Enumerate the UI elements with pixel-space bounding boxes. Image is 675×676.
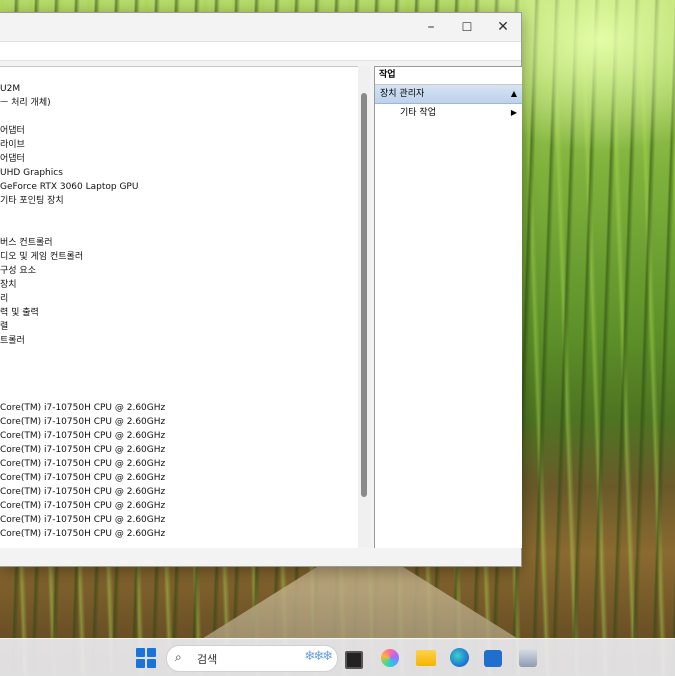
- tree-item[interactable]: UHD Graphics: [0, 167, 63, 179]
- device-tree[interactable]: U2M ᅳ 처리 개체) 어댑터 라이브 어댑터 UHD Graphics GeForce…: [0, 66, 358, 548]
- close-button[interactable]: ✕: [485, 13, 521, 41]
- tree-item[interactable]: Core(TM) i7-10750H CPU @ 2.60GHz: [0, 402, 165, 414]
- minimize-button[interactable]: –: [413, 13, 449, 41]
- tree-item[interactable]: Core(TM) i7-10750H CPU @ 2.60GHz: [0, 444, 165, 456]
- tree-item[interactable]: U2M: [0, 83, 20, 95]
- file-explorer-icon[interactable]: [416, 650, 436, 666]
- maximize-button[interactable]: ☐: [449, 13, 485, 41]
- tree-item[interactable]: Core(TM) i7-10750H CPU @ 2.60GHz: [0, 458, 165, 470]
- tree-item[interactable]: 트롤러: [0, 335, 25, 347]
- tree-scrollbar[interactable]: [358, 66, 370, 547]
- actions-header: 작업: [375, 67, 522, 85]
- tree-item[interactable]: Core(TM) i7-10750H CPU @ 2.60GHz: [0, 416, 165, 428]
- tree-item[interactable]: Core(TM) i7-10750H CPU @ 2.60GHz: [0, 430, 165, 442]
- tree-item[interactable]: Core(TM) i7-10750H CPU @ 2.60GHz: [0, 472, 165, 484]
- tree-item[interactable]: ᅳ 처리 개체): [0, 97, 51, 109]
- tree-item[interactable]: Core(TM) i7-10750H CPU @ 2.60GHz: [0, 500, 165, 512]
- title-bar[interactable]: – ☐ ✕: [0, 13, 521, 41]
- microsoft-store-icon[interactable]: [484, 650, 502, 667]
- edge-browser-icon[interactable]: [450, 648, 469, 667]
- search-icon: ⌕: [175, 650, 182, 664]
- copilot-icon[interactable]: [381, 649, 399, 667]
- action-label: 기타 작업: [400, 108, 436, 118]
- windows-start-icon[interactable]: [136, 648, 156, 668]
- scrollbar-thumb[interactable]: [361, 93, 367, 497]
- search-placeholder: 검색: [197, 653, 218, 666]
- menu-bar: [0, 41, 521, 61]
- tree-item[interactable]: Core(TM) i7-10750H CPU @ 2.60GHz: [0, 514, 165, 526]
- section-label: 장치 관리자: [380, 89, 425, 99]
- tree-item[interactable]: 디오 및 게임 컨트롤러: [0, 251, 83, 263]
- taskbar-search-box[interactable]: ⌕ 검색 ❄❄❄: [166, 645, 338, 672]
- tree-item[interactable]: Core(TM) i7-10750H CPU @ 2.60GHz: [0, 486, 165, 498]
- search-highlight-icon: ❄❄❄: [304, 649, 333, 664]
- tree-item[interactable]: 버스 컨트롤러: [0, 237, 53, 249]
- tree-item[interactable]: 장치: [0, 279, 17, 291]
- device-manager-taskbar-icon[interactable]: [519, 649, 537, 667]
- tree-item[interactable]: 라이브: [0, 139, 25, 151]
- actions-pane: 작업 장치 관리자 ▲ 기타 작업 ▶: [374, 66, 522, 548]
- actions-section-device-manager[interactable]: 장치 관리자 ▲: [375, 85, 522, 104]
- tree-item[interactable]: 어댑터: [0, 125, 25, 137]
- tree-item[interactable]: Core(TM) i7-10750H CPU @ 2.60GHz: [0, 528, 165, 540]
- tree-item[interactable]: 기타 포인팅 장치: [0, 195, 64, 207]
- tree-item[interactable]: 리: [0, 293, 8, 305]
- action-more-actions[interactable]: 기타 작업 ▶: [375, 104, 522, 122]
- tree-item[interactable]: 구성 요소: [0, 265, 36, 277]
- collapse-up-icon[interactable]: ▲: [511, 85, 517, 103]
- tree-item[interactable]: GeForce RTX 3060 Laptop GPU: [0, 181, 138, 193]
- tree-item[interactable]: 력 및 출력: [0, 307, 39, 319]
- taskbar: ⌕ 검색 ❄❄❄: [0, 638, 675, 676]
- task-view-icon[interactable]: [345, 651, 363, 669]
- submenu-arrow-icon: ▶: [510, 108, 517, 117]
- tree-item[interactable]: 어댑터: [0, 153, 25, 165]
- tree-item[interactable]: 렬: [0, 321, 8, 333]
